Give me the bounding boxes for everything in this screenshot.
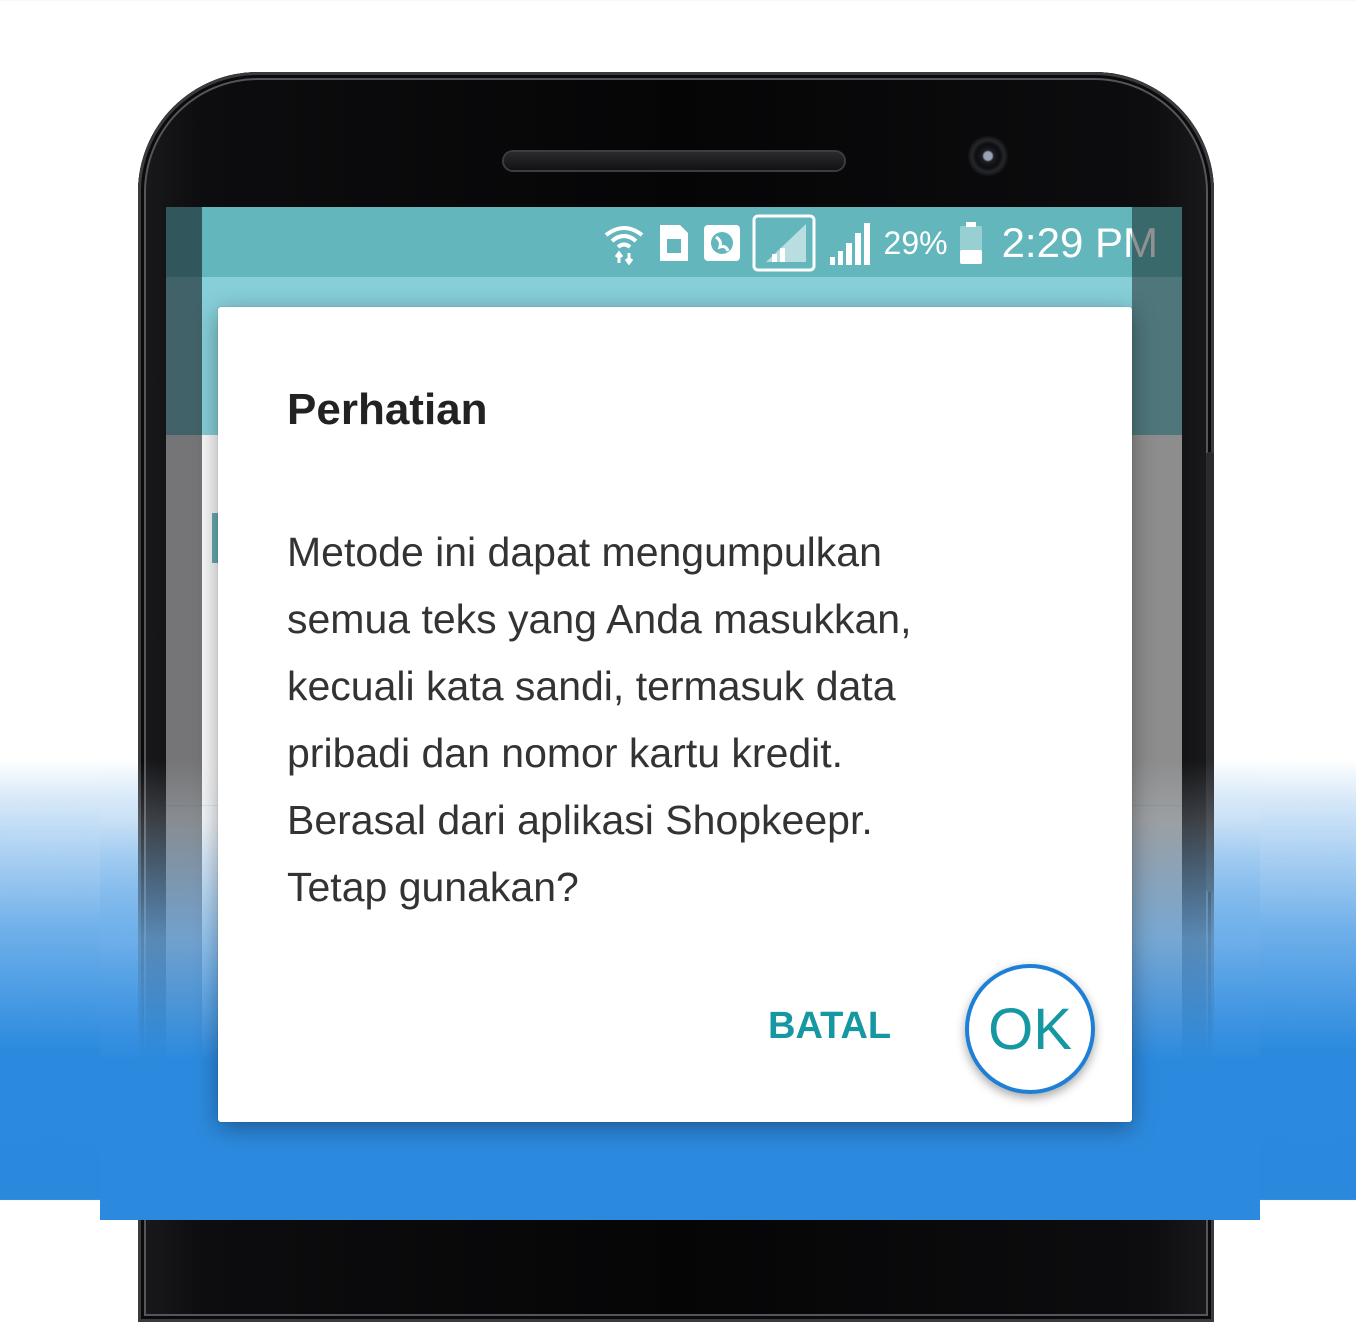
dialog-message-line: Metode ini dapat mengumpulkan (287, 529, 882, 575)
dialog-message-line: semua teks yang Anda masukkan, (287, 596, 912, 642)
alert-dialog: Perhatian Metode ini dapat mengumpulkan … (218, 307, 1132, 1122)
dialog-message-line: Berasal dari aplikasi Shopkeepr. (287, 797, 873, 843)
dialog-title: Perhatian (287, 385, 488, 434)
screen-edge-left (166, 207, 202, 1207)
dialog-message-line: pribadi dan nomor kartu kredit. (287, 730, 844, 776)
dialog-message: Metode ini dapat mengumpulkan semua teks… (287, 519, 1067, 921)
screen-edge-right (1132, 207, 1182, 1207)
cancel-button[interactable]: BATAL (756, 999, 903, 1054)
dialog-message-line: kecuali kata sandi, termasuk data (287, 663, 896, 709)
dialog-message-line: Tetap gunakan? (287, 864, 579, 910)
ok-button[interactable]: OK (965, 964, 1095, 1094)
phone-side-button (1206, 452, 1214, 892)
earpiece-speaker (504, 152, 844, 170)
front-camera (968, 136, 1008, 176)
